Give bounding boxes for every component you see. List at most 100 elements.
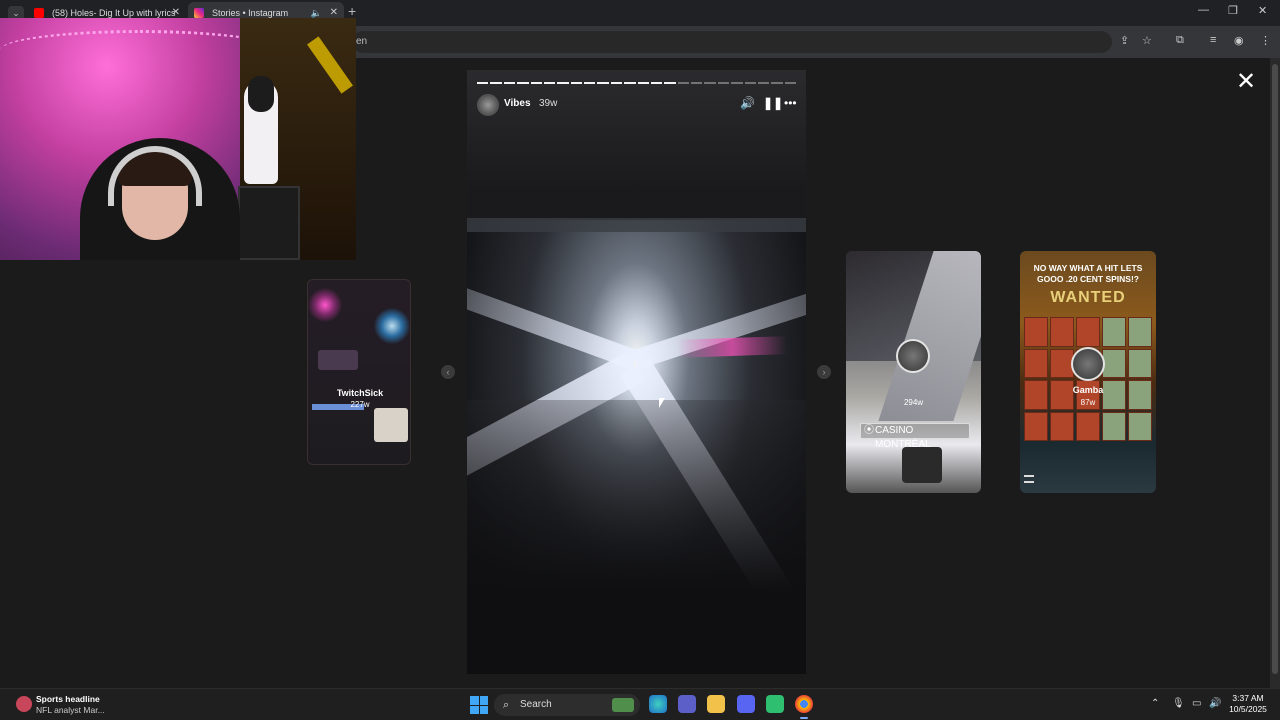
story-preview-right-2[interactable]: NO WAY WHAT A HIT LETS GOOO .20 CENT SPI…: [1020, 251, 1156, 493]
progress-segment: [624, 82, 636, 84]
restore-icon[interactable]: ❐: [1228, 4, 1238, 17]
menu-kebab-icon[interactable]: ⋮: [1260, 34, 1271, 47]
cabinet: [238, 186, 300, 260]
location-pin-icon: ⦿: [864, 425, 874, 436]
app-icon[interactable]: [766, 695, 784, 713]
new-tab-button[interactable]: +: [348, 3, 356, 19]
file-explorer-icon[interactable]: [707, 695, 725, 713]
progress-segment: [637, 82, 649, 84]
story-header: Vibes 39w 🔊 ❚❚ •••: [477, 94, 797, 116]
story-caption: NO WAY WHAT A HIT LETS GOOO .20 CENT SPI…: [1033, 263, 1143, 284]
progress-segment: [664, 82, 676, 84]
youtube-icon: [34, 8, 44, 18]
preview-age: 87w: [1080, 398, 1096, 407]
preview-thumbnail: [308, 280, 410, 464]
preview-age: 227w: [350, 400, 370, 409]
instagram-icon: [194, 8, 204, 18]
address-bar[interactable]: en: [352, 31, 1112, 53]
search-icon: ⌕: [503, 699, 510, 711]
progress-segment: [530, 82, 542, 84]
slot-banner: WANTED: [1050, 289, 1126, 306]
progress-segment: [490, 82, 502, 84]
teams-icon[interactable]: [678, 695, 696, 713]
ceiling-lights: [467, 70, 806, 220]
windows-taskbar: Sports headline NFL analyst Mar... ⌕ Sea…: [0, 688, 1280, 720]
progress-segment: [704, 82, 716, 84]
window-close-icon[interactable]: ✕: [1258, 4, 1267, 17]
progress-segment: [543, 82, 556, 84]
search-highlight-image: [612, 698, 634, 712]
more-icon[interactable]: •••: [784, 96, 797, 110]
webcam-overlay: [0, 18, 356, 260]
story-username[interactable]: Vibes: [504, 98, 531, 109]
mouse-cursor-icon: [659, 398, 665, 408]
address-text: en: [356, 36, 368, 47]
display-icon[interactable]: ▭: [1192, 698, 1201, 709]
pause-icon[interactable]: ❚❚: [763, 96, 783, 110]
post-image: [374, 408, 408, 442]
progress-segment: [597, 82, 609, 84]
fireworks-image: [374, 308, 410, 344]
tab-label: Stories • Instagram: [212, 8, 289, 18]
progress-segment: [771, 82, 783, 84]
progress-segment: [744, 82, 756, 84]
minimize-icon[interactable]: —: [1198, 4, 1209, 16]
story-age: 39w: [539, 98, 558, 109]
lighting-truss: [467, 218, 806, 232]
post-image: [318, 350, 358, 370]
profile-avatar-icon[interactable]: ◉: [1234, 34, 1244, 47]
media-control-icon[interactable]: ≡: [1210, 34, 1216, 46]
edge-icon[interactable]: [649, 695, 667, 713]
avatar[interactable]: [477, 94, 499, 116]
scrollbar-thumb[interactable]: [1272, 64, 1278, 674]
clock-time: 3:37 AM: [1232, 693, 1264, 703]
discord-icon[interactable]: [737, 695, 755, 713]
progress-segment: [717, 82, 730, 84]
string-lights: [0, 30, 280, 70]
news-headline: Sports headline: [36, 694, 100, 704]
progress-segment: [677, 82, 689, 84]
news-widget[interactable]: Sports headline NFL analyst Mar...: [14, 693, 134, 717]
next-story-button[interactable]: ›: [817, 365, 831, 379]
extensions-icon[interactable]: ⧉: [1176, 34, 1184, 47]
taskbar-search[interactable]: ⌕ Search: [494, 694, 640, 716]
chrome-icon[interactable]: [795, 695, 813, 719]
fireworks-image: [308, 288, 342, 322]
microphone-icon[interactable]: 🎙: [1172, 698, 1185, 709]
preview-avatar: [1071, 347, 1105, 381]
clock-date: 10/5/2025: [1229, 704, 1267, 714]
progress-segment: [503, 82, 516, 84]
progress-segment: [650, 82, 663, 84]
pink-stage-light: [676, 336, 788, 358]
volume-icon[interactable]: 🔊: [740, 96, 755, 110]
speaker-icon[interactable]: 🔊: [1209, 698, 1221, 709]
progress-segment: [691, 82, 703, 84]
progress-segment: [557, 82, 569, 84]
news-subtitle: NFL analyst Mar...: [36, 705, 105, 715]
progress-segment: [477, 82, 489, 84]
light-beam: [467, 261, 639, 370]
story-preview-left[interactable]: TwitchSick 227w: [307, 279, 411, 465]
previous-story-button[interactable]: ‹: [441, 365, 455, 379]
story-progress-bar: [477, 82, 796, 84]
crowd: [467, 400, 806, 674]
system-clock[interactable]: 3:37 AM 10/5/2025: [1226, 693, 1270, 715]
tab-label: (58) Holes- Dig It Up with lyrics: [52, 8, 176, 18]
progress-segment: [570, 82, 582, 84]
scrollbar[interactable]: [1270, 58, 1280, 688]
install-app-icon[interactable]: ⇪: [1120, 34, 1129, 47]
search-label: Search: [520, 699, 552, 710]
bookmark-star-icon[interactable]: ☆: [1142, 34, 1152, 47]
preview-username: Gamba: [1072, 385, 1104, 395]
close-story-viewer-button[interactable]: ✕: [1236, 70, 1256, 94]
tray-expand-icon[interactable]: ⌃: [1151, 698, 1159, 709]
story-viewer[interactable]: Vibes 39w 🔊 ❚❚ •••: [467, 70, 806, 674]
progress-segment: [584, 82, 596, 84]
preview-age: 294w: [903, 398, 924, 407]
preview-username: TwitchSick: [336, 388, 384, 398]
progress-segment: [757, 82, 770, 84]
story-preview-right-1[interactable]: 294w ⦿ CASINO MONTRÉAL: [846, 251, 981, 493]
news-widget-icon: [16, 696, 32, 712]
progress-segment: [517, 82, 529, 84]
windows-start-icon[interactable]: [470, 696, 488, 714]
